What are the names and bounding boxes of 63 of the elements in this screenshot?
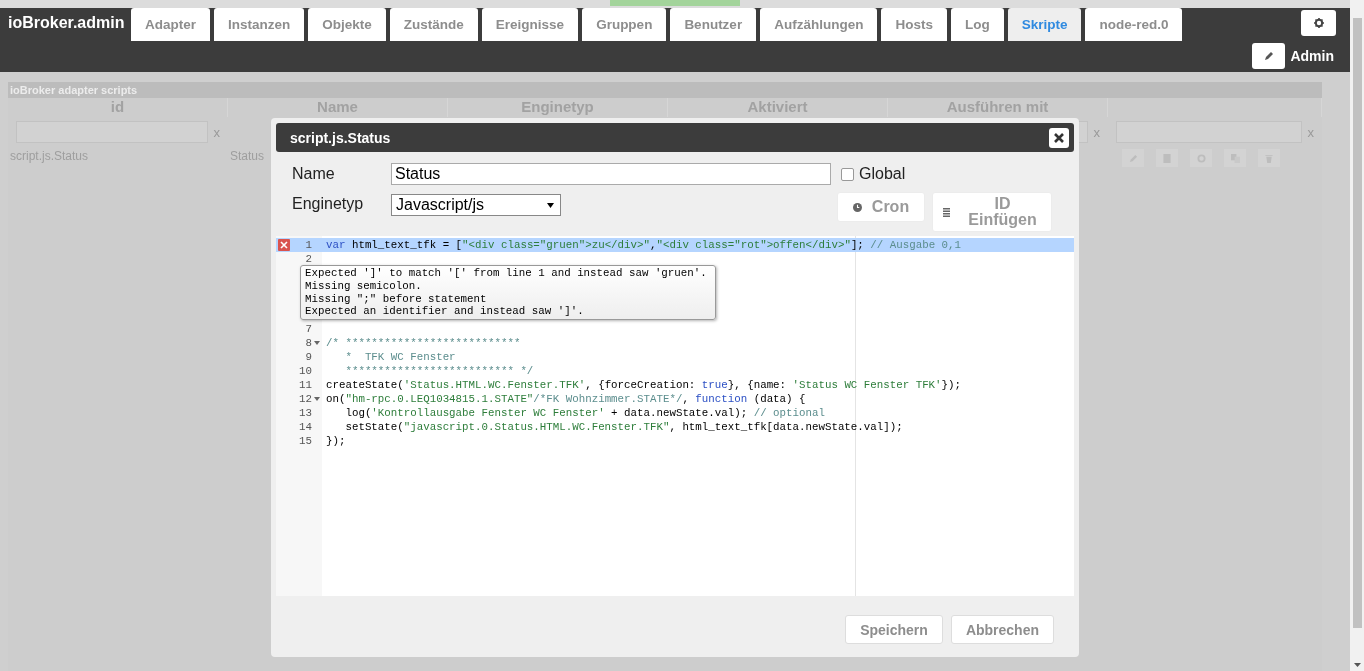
insert-id-button[interactable]: ID Einfügen — [932, 192, 1052, 232]
app-title: ioBroker.admin — [8, 14, 126, 32]
nav-tab[interactable]: Ereignisse — [481, 8, 579, 41]
line-number: 2 — [304, 252, 312, 266]
settings-button[interactable] — [1301, 10, 1336, 36]
dialog-button[interactable]: Speichern — [845, 615, 943, 644]
code-line: setState("javascript.0.Status.HTML.WC.Fenster.TFK", html_text_tfk[data.newState.val]); — [344, 420, 903, 434]
code-line: log('Kontrollausgabe Fenster WC Fenster' + data.newState.val); // optional — [344, 406, 825, 420]
code-editor[interactable] — [276, 236, 1074, 596]
dialog-title: script.js.Status — [290, 129, 391, 146]
nav-tab[interactable]: node-red.0 — [1085, 8, 1183, 41]
scrollbar[interactable] — [1350, 0, 1364, 671]
code-line: ************************** */ — [344, 364, 534, 378]
settings-icon — [1313, 18, 1324, 28]
line-number: 15 — [298, 434, 312, 448]
line-number: 13 — [298, 406, 312, 420]
nav-tab[interactable]: Adapter — [131, 8, 210, 41]
code-line: * TFK WC Fenster — [344, 350, 456, 364]
checkbox-label: Global — [859, 165, 906, 183]
engine-dropdown[interactable]: Javascript/js — [391, 194, 561, 216]
line-number: 10 — [298, 364, 312, 378]
code-line: createState('Status.HTML.WC.Fenster.TFK', {forceCreation: true}, {name: 'Status WC Fenster TFK'}); — [326, 378, 962, 392]
line-number: 7 — [304, 322, 312, 336]
line-number: 12 — [298, 392, 312, 406]
line-number: 11 — [298, 378, 312, 392]
nav-tab[interactable]: Instanzen — [214, 8, 305, 41]
dropdown-arrow-icon — [547, 202, 554, 208]
nav-tab[interactable]: Hosts — [881, 8, 947, 41]
error-message: Missing ";" before statement — [305, 292, 488, 306]
user-name: Admin — [1290, 48, 1334, 64]
fold-arrow-icon[interactable] — [314, 397, 320, 401]
edit-button[interactable] — [1252, 43, 1286, 69]
nav-tab[interactable]: Zustände — [389, 8, 478, 41]
line-number: 1 — [304, 238, 312, 252]
close-icon — [1054, 132, 1064, 143]
code-line: /* *************************** — [326, 336, 521, 350]
code-line: var html_text_tfk = ["<div class="gruen">zu</div>","<div class="rot">offen</div>"]; // Ausgabe 0,1 — [326, 238, 962, 252]
cron-button[interactable]: Cron — [837, 192, 925, 222]
error-message: Expected an identifier and instead saw ']'. — [305, 305, 585, 319]
code-line: on("hm-rpc.0.LEQ1034815.1.STATE"/*FK Wohnzimmer.STATE*/, function (data) { — [326, 392, 806, 406]
field-label: Name — [292, 165, 336, 183]
code-line: }); — [326, 434, 346, 448]
fold-arrow-icon[interactable] — [314, 341, 320, 345]
line-number: 8 — [304, 336, 312, 350]
list-icon — [943, 207, 950, 217]
nav-tab[interactable]: Benutzer — [670, 8, 757, 41]
close-button[interactable] — [1049, 127, 1069, 148]
nav-tab[interactable]: Skripte — [1007, 8, 1082, 41]
error-message: Missing semicolon. — [305, 279, 423, 293]
line-number: 14 — [298, 420, 312, 434]
nav-tab[interactable]: Aufzählungen — [760, 8, 878, 41]
error-message: Expected ']' to match '[' from line 1 and instead saw 'gruen'. — [305, 267, 708, 280]
clock-icon — [852, 202, 862, 212]
global-checkbox[interactable] — [841, 167, 854, 181]
field-label: Enginetyp — [292, 195, 365, 213]
nav-tab[interactable]: Objekte — [308, 8, 386, 41]
name-field[interactable]: Status — [391, 163, 831, 185]
line-number: 9 — [304, 350, 312, 364]
pencil-icon — [1263, 51, 1274, 61]
dialog-button[interactable]: Abbrechen — [950, 615, 1054, 644]
nav-tab[interactable]: Log — [950, 8, 1004, 41]
nav-tab[interactable]: Gruppen — [582, 8, 667, 41]
scroll-down-icon[interactable] — [1353, 663, 1361, 667]
